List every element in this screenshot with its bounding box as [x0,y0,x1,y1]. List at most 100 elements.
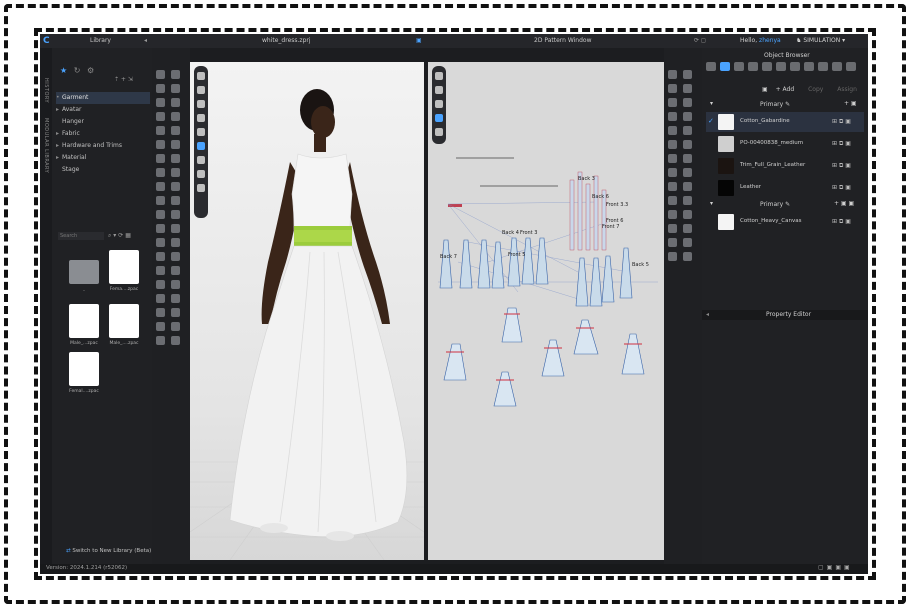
viewport-sync-icon[interactable]: ▣ [416,37,422,44]
expand-icon[interactable]: ▾ [710,100,713,107]
measure-tool-icon[interactable] [171,182,180,191]
filter-icon[interactable]: ▾ [113,232,116,239]
edit-pattern-icon[interactable] [683,70,692,79]
show-tool-icon[interactable] [171,252,180,261]
trace-icon[interactable] [668,182,677,191]
copy-button[interactable]: Copy [808,86,823,93]
knife-tool-icon[interactable] [171,336,180,345]
colorway-tab-icon[interactable] [832,62,842,71]
modular-library-tab[interactable]: MODULAR LIBRARY [43,118,49,173]
segment-sew-icon[interactable] [668,126,677,135]
3d-viewport[interactable] [190,62,424,560]
fabric-row-icons[interactable]: ⊞⧉▣ [832,184,853,192]
shirring-tool-icon[interactable] [156,224,165,233]
fabric-row-icons[interactable]: ⊞⧉▣ [832,218,853,226]
layer-tool-icon[interactable] [171,266,180,275]
puckering-icon[interactable] [683,196,692,205]
light-tool-icon[interactable] [171,280,180,289]
assign-button[interactable]: Assign [837,86,857,93]
import-icon[interactable]: ▣ [762,86,768,93]
zipper-tool-icon[interactable] [171,140,180,149]
avatar-tab-icon[interactable] [846,62,856,71]
tree-item-garment[interactable]: • Garment [56,92,150,104]
measure-2d-icon[interactable] [683,224,692,233]
camera-view-icon[interactable] [197,72,205,80]
trim-tool-icon[interactable] [156,154,165,163]
grain-icon[interactable] [668,168,677,177]
material-tab-icon[interactable] [734,62,744,71]
tree-item-hardware-trims[interactable]: ▸ Hardware and Trims [56,140,150,152]
mesh-tool-icon[interactable] [156,322,165,331]
fold-tool-icon[interactable] [156,112,165,121]
group-actions-icon[interactable]: + ▣ [844,100,857,107]
library-file-garment[interactable]: Male_...zpac [66,304,102,352]
grade-icon[interactable] [668,224,677,233]
switch-new-library-link[interactable]: ⇄ Switch to New Library (Beta) [66,548,151,554]
scissor-tool-icon[interactable] [156,336,165,345]
tack-icon[interactable] [683,140,692,149]
export-tool-icon[interactable] [171,308,180,317]
settings-icon[interactable]: ⚙ [87,66,94,75]
fabric-row[interactable]: ✓ Cotton_Gabardine ⊞⧉▣ [706,112,864,132]
fabric-row-icons[interactable]: ⊞⧉▣ [832,162,853,170]
pin-tool-icon[interactable] [171,84,180,93]
graphic-tool-icon[interactable] [171,154,180,163]
tree-item-material[interactable]: ▸ Material [56,152,150,164]
tuck-tool-icon[interactable] [171,112,180,121]
info-icon[interactable] [435,100,443,108]
button-tab-icon[interactable] [748,62,758,71]
tree-item-hanger[interactable]: Hanger [56,116,150,128]
pleat-icon[interactable] [668,154,677,163]
fabric-row[interactable]: PO-00400838_medium ⊞⧉▣ [706,134,864,154]
select-tool-icon[interactable] [156,70,165,79]
pen-icon[interactable] [435,72,443,80]
text-tool-icon[interactable] [668,210,677,219]
library-search-input[interactable]: Search [58,232,104,240]
notch-icon[interactable] [683,112,692,121]
ellipse-icon[interactable] [668,98,677,107]
search-icon[interactable]: ⌕ [108,232,111,239]
pattern-window-menu-icon[interactable]: ⟳ ◻ [694,37,706,44]
tape-tool-icon[interactable] [171,126,180,135]
grid-view-icon[interactable]: ▦ [125,232,131,239]
fabric-mode-icon[interactable] [435,114,443,122]
group-tool-icon[interactable] [156,266,165,275]
edit-sew-icon[interactable] [668,140,677,149]
transform-pattern-icon[interactable] [668,70,677,79]
ruler-tool-icon[interactable] [156,126,165,135]
internal-line-icon[interactable] [683,98,692,107]
garment-icon[interactable] [435,128,443,136]
library-file-garment[interactable]: Male_....zpac [106,304,142,352]
library-file-folder[interactable]: .. [66,254,102,302]
list-view-icon[interactable] [706,62,716,71]
property-editor-header[interactable]: ◂ Property Editor [702,310,868,320]
seam-allowance-icon[interactable] [683,182,692,191]
tree-item-stage[interactable]: Stage [56,164,150,176]
library-file-garment[interactable]: Femal....zpac [66,352,102,400]
elastic-tool-icon[interactable] [171,224,180,233]
globe-icon[interactable] [197,184,205,192]
video-tool-icon[interactable] [156,308,165,317]
texture-edit-icon[interactable] [683,168,692,177]
grid-2d-icon[interactable] [683,238,692,247]
username[interactable]: zhenya [759,37,781,44]
graphic-tab-icon[interactable] [818,62,828,71]
person-icon[interactable] [197,128,205,136]
fabric-row[interactable]: Cotton_Heavy_Canvas ⊞⧉▣ [706,212,864,232]
group-actions-icon[interactable]: + ▣ ▣ [834,200,854,207]
rectangle-icon[interactable] [683,84,692,93]
topstitch-tab-icon[interactable] [762,62,772,71]
secondary-group-header[interactable]: ▾ Primary ✎ + ▣ ▣ [710,200,864,210]
fold-icon[interactable] [683,154,692,163]
fabric-row[interactable]: Trim_Full_Grain_Leather ⊞⧉▣ [706,156,864,176]
fabric-row[interactable]: Leather ⊞⧉▣ [706,178,864,198]
brush-tool-icon[interactable] [156,98,165,107]
trim-tab-icon[interactable] [804,62,814,71]
unfold-icon[interactable] [683,252,692,261]
avatar-tool-icon[interactable] [156,182,165,191]
sew-tool-icon[interactable] [171,98,180,107]
window-layout-icons[interactable]: ▢▣▣▣ [818,564,853,571]
hide-tool-icon[interactable] [156,252,165,261]
shirt-icon[interactable] [435,86,443,94]
edit-pencil-icon[interactable]: ✎ [785,101,790,108]
